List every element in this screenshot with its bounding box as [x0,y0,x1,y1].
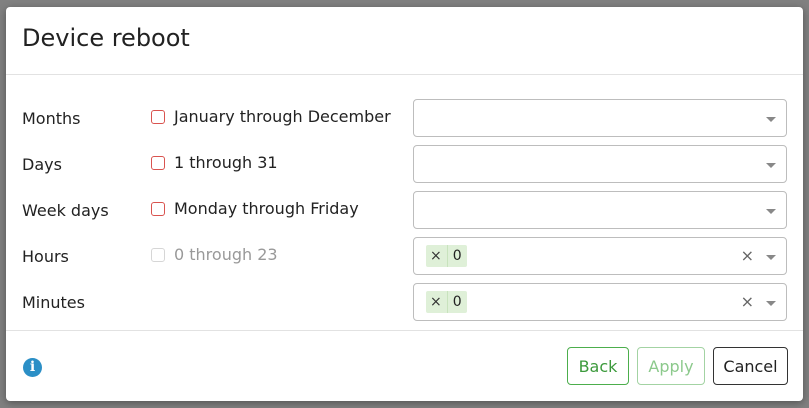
row-week-days: Week days Monday through Friday [6,191,803,229]
row-hours: Hours 0 through 23 × 0 × [6,237,803,275]
row-label: Minutes [22,293,85,312]
chevron-down-icon[interactable] [766,301,776,306]
hours-select[interactable]: × 0 × [413,237,787,275]
row-minutes: Minutes × 0 × [6,283,803,321]
cancel-button[interactable]: Cancel [713,347,788,385]
checkbox-label: January through December [174,107,391,126]
days-all-checkbox[interactable] [151,155,165,170]
row-label: Week days [22,201,109,220]
chevron-down-icon[interactable] [766,117,776,122]
row-label: Months [22,109,81,128]
selected-tag: × 0 [426,291,467,313]
tag-value: 0 [452,294,462,310]
hours-all-checkbox-group: 0 through 23 [151,245,278,264]
chevron-down-icon[interactable] [766,255,776,260]
tag-remove-icon[interactable]: × [426,294,447,310]
tag-value: 0 [452,248,462,264]
clear-icon[interactable]: × [741,246,754,265]
months-all-checkbox[interactable] [151,109,165,124]
chevron-down-icon[interactable] [766,209,776,214]
chevron-down-icon[interactable] [766,163,776,168]
minutes-select[interactable]: × 0 × [413,283,787,321]
dialog-body: Months January through December Days 1 t… [6,75,803,330]
back-button[interactable]: Back [567,347,629,385]
weekdays-all-checkbox[interactable] [151,201,165,216]
selected-tag: × 0 [426,245,467,267]
apply-button[interactable]: Apply [637,347,705,385]
tag-remove-icon[interactable]: × [426,248,447,264]
device-reboot-dialog: Device reboot Months January through Dec… [6,7,803,401]
row-label: Hours [22,247,69,266]
days-select[interactable] [413,145,787,183]
dialog-header: Device reboot [6,7,803,75]
months-select[interactable] [413,99,787,137]
row-days: Days 1 through 31 [6,145,803,183]
info-icon[interactable]: i [23,358,42,377]
clear-icon[interactable]: × [741,292,754,311]
days-all-checkbox-group[interactable]: 1 through 31 [151,153,278,172]
checkbox-label: 1 through 31 [174,153,278,172]
dialog-title: Device reboot [22,24,190,52]
row-months: Months January through December [6,99,803,137]
hours-all-checkbox [151,247,165,262]
checkbox-label: 0 through 23 [174,245,278,264]
weekdays-select[interactable] [413,191,787,229]
dialog-footer: i Back Apply Cancel [6,330,803,401]
months-all-checkbox-group[interactable]: January through December [151,107,391,126]
checkbox-label: Monday through Friday [174,199,359,218]
row-label: Days [22,155,62,174]
weekdays-all-checkbox-group[interactable]: Monday through Friday [151,199,359,218]
